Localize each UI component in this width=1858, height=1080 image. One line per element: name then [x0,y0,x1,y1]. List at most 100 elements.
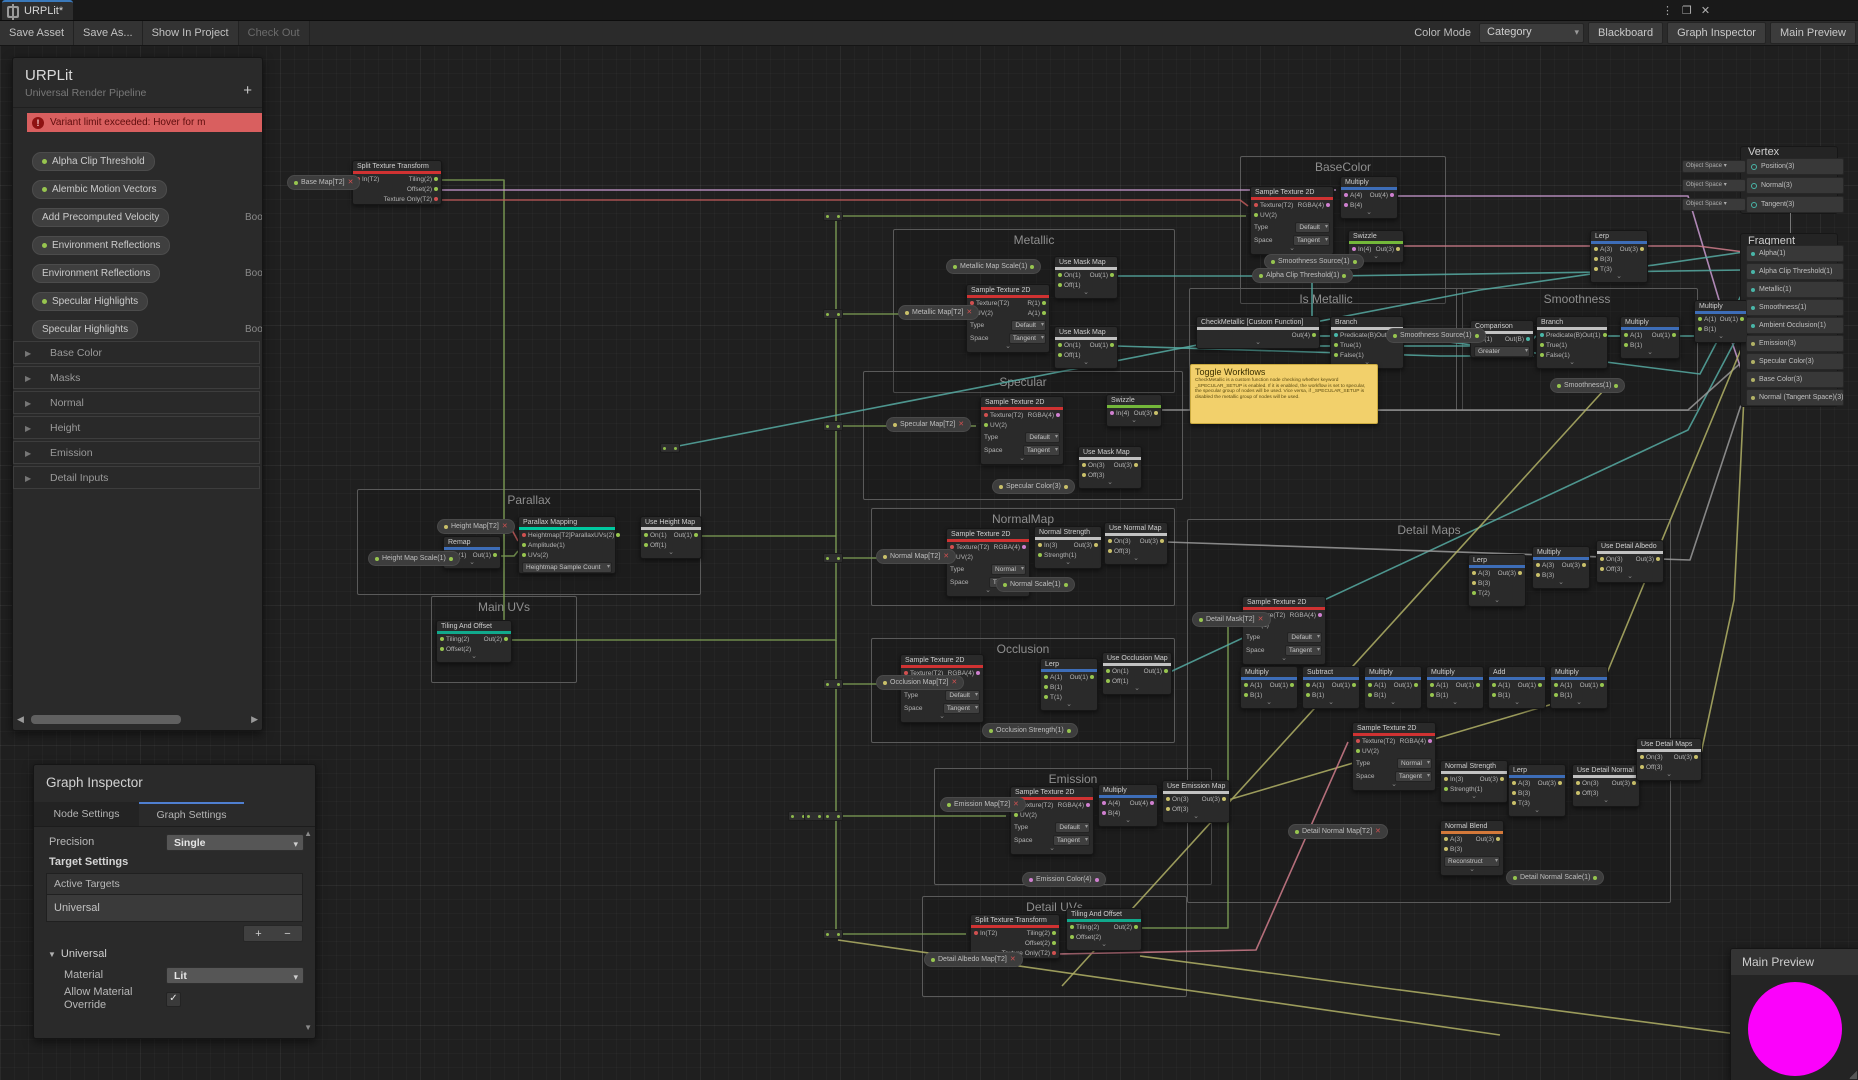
node-sample-texture-2d[interactable]: Sample Texture 2DTexture(T2)RGBA(4)UV(2)… [1352,722,1436,791]
node-sample-texture-2d[interactable]: Sample Texture 2DTexture(T2)RGBA(4)UV(2)… [1010,786,1094,855]
graph-inspector-toggle-button[interactable]: Graph Inspector [1667,22,1766,44]
collapse-chevron-icon[interactable]: ⌄ [641,549,701,558]
collapse-chevron-icon[interactable]: ⌄ [1509,807,1565,816]
collapse-chevron-icon[interactable]: ⌄ [981,455,1063,464]
collapse-chevron-icon[interactable]: ⌄ [1105,555,1167,564]
input-port[interactable]: A(3) [1512,780,1530,787]
collapse-chevron-icon[interactable]: ⌄ [1103,685,1171,694]
input-port[interactable]: Off(3) [1640,764,1663,771]
input-port[interactable]: B(4) [1102,810,1120,817]
graph-pill-normal-scale-1[interactable]: Normal Scale(1) [996,577,1075,592]
add-property-button[interactable]: + [243,82,252,99]
input-port[interactable]: Tiling(2) [1070,924,1099,931]
node-tiling-and-offset[interactable]: Tiling And Offset Tiling(2) Out(2) Offset(2… [436,620,512,663]
fragment-block-base-color-3[interactable]: Base Color(3) [1746,371,1844,388]
property-pill-specular-highlights[interactable]: Specular Highlights [32,292,149,311]
output-port[interactable]: Out(4) [1292,332,1316,339]
input-port[interactable]: Strength(1) [1444,786,1483,793]
input-port[interactable]: Off(3) [1082,472,1105,479]
graph-pill-detail-normal-scale-1[interactable]: Detail Normal Scale(1) [1506,870,1605,885]
input-port[interactable]: In(3) [1038,542,1057,549]
input-port[interactable]: On(3) [1576,780,1599,787]
close-window-icon[interactable]: ✕ [1701,4,1710,17]
collapse-chevron-icon[interactable]: ⌄ [1637,771,1701,780]
vertex-block-tangent-3[interactable]: Tangent(3) [1746,196,1844,213]
input-port[interactable]: On(1) [1058,272,1081,279]
input-port[interactable]: Texture(T2) [1254,202,1293,209]
output-port[interactable]: Out(1) [1582,332,1607,339]
input-port[interactable]: B(4) [1344,202,1362,209]
node-multiply[interactable]: Multiply A(1) Out(1) B(1) ⌄ [1364,666,1422,709]
setting-dropdown[interactable]: Heightmap Sample Count [522,561,612,573]
setting-dropdown[interactable]: Normal [1397,757,1432,769]
node-multiply[interactable]: Multiply A(1) Out(1) B(1) ⌄ [1550,666,1608,709]
collapse-chevron-icon[interactable]: ⌄ [1303,699,1359,708]
input-port[interactable]: On(3) [1108,538,1131,545]
node-split-texture-transform[interactable]: Split Texture Transform In(T2) Tiling(2) Of… [352,160,442,205]
input-port[interactable]: Off(3) [1108,548,1131,555]
scrollbar-thumb[interactable] [31,715,181,724]
output-port[interactable]: Tiling(2) [409,176,438,183]
redirect-node[interactable] [823,811,843,821]
collapse-chevron-icon[interactable]: ⌄ [437,653,511,662]
input-port[interactable]: B(1) [1044,684,1062,691]
output-port[interactable]: Out(3) [1114,462,1138,469]
input-port[interactable]: A(1) [1698,316,1716,323]
collapse-chevron-icon[interactable]: ⌄ [1353,781,1435,790]
node-sample-texture-2d[interactable]: Sample Texture 2DTexture(T2)RGBA(4)UV(2)… [1242,596,1326,665]
output-port[interactable]: Out(3) [1636,556,1660,563]
input-port[interactable]: B(3) [1444,846,1462,853]
universal-foldout[interactable]: ▼ Universal [34,944,315,964]
output-port[interactable]: Out(1) [473,552,497,559]
input-port[interactable]: On(3) [1166,796,1189,803]
input-port[interactable]: A(1) [1306,682,1324,689]
collapse-chevron-icon[interactable]: ⌄ [1441,866,1503,875]
graph-pill-occlusion-map-t2[interactable]: Occlusion Map[T2] ✕ [876,675,965,690]
output-port[interactable]: Out(1) [674,532,698,539]
output-port[interactable]: Offset(2) [1025,940,1056,947]
output-port[interactable]: Offset(2) [407,186,438,193]
input-port[interactable]: B(3) [1536,572,1554,579]
input-port[interactable]: UVs(2) [522,552,548,559]
input-port[interactable]: Texture(T2) [1356,738,1395,745]
node-use-detail-maps[interactable]: Use Detail Maps On(3) Out(3) Off(3) ⌄ [1636,738,1702,781]
input-port[interactable]: B(1) [1492,692,1510,699]
output-port[interactable]: Out(1) [1144,668,1168,675]
output-port[interactable]: Out(3) [1480,776,1504,783]
input-port[interactable]: T(3) [1512,800,1530,807]
graph-pill-smoothness-source-1[interactable]: Smoothness Source(1) [1386,328,1486,343]
variant-limit-error[interactable]: ! Variant limit exceeded: Hover for m [27,113,262,132]
graph-pill-specular-map-t2[interactable]: Specular Map[T2] ✕ [886,417,972,432]
redirect-node[interactable] [823,309,843,319]
node-use-mask-map[interactable]: Use Mask Map On(1) Out(1) Off(1) ⌄ [1054,256,1118,299]
graph-pill-detail-albedo-map-t2[interactable]: Detail Albedo Map[T2] ✕ [924,952,1023,967]
node-swizzle[interactable]: Swizzle In(4) Out(3) ⌄ [1106,394,1162,427]
output-port[interactable]: RGBA(4) [1400,738,1432,745]
input-port[interactable]: False(1) [1540,352,1570,359]
input-port[interactable]: A(1) [1044,674,1062,681]
input-port[interactable]: UV(2) [1356,748,1379,755]
main-preview-viewport[interactable] [1731,975,1858,1080]
setting-dropdown[interactable]: Default [1011,319,1046,331]
output-port[interactable]: R(1) [1027,300,1046,307]
node-sample-texture-2d[interactable]: Sample Texture 2DTexture(T2)RGBA(4)UV(2)… [1250,186,1334,255]
check-out-button[interactable]: Check Out [238,21,310,45]
object-space-dropdown[interactable]: Object Space ▾ [1682,160,1746,173]
node-sample-texture-2d[interactable]: Sample Texture 2DTexture(T2)RGBA(4)UV(2)… [980,396,1064,465]
collapse-chevron-icon[interactable]: ⌄ [1695,333,1747,342]
input-port[interactable]: A(1) [1430,682,1448,689]
inspector-scroll-down-icon[interactable]: ▼ [304,1023,312,1032]
main-preview-panel[interactable]: Main Preview [1730,948,1858,1080]
collapse-chevron-icon[interactable]: ⌄ [1055,289,1117,298]
setting-dropdown[interactable]: Tangent [1022,444,1060,456]
kebab-menu-icon[interactable]: ⋮ [1662,4,1673,17]
collapse-chevron-icon[interactable]: ⌄ [1537,359,1607,368]
scroll-left-icon[interactable]: ◀ [17,714,24,725]
collapse-chevron-icon[interactable]: ⌄ [1079,479,1141,488]
output-port[interactable]: Out(3) [1376,246,1400,253]
input-port[interactable]: A(1) [1368,682,1386,689]
input-port[interactable]: In(4) [1110,410,1129,417]
add-target-button[interactable]: + [255,928,261,940]
output-port[interactable]: Out(1) [1070,674,1094,681]
input-port[interactable]: B(1) [1244,692,1262,699]
